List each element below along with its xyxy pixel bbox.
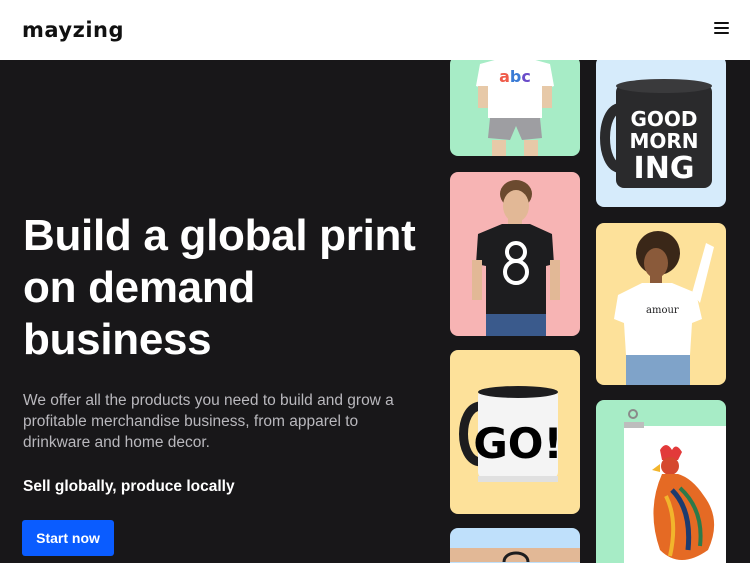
hero-headline: Build a global print on demand business (23, 211, 416, 364)
product-card-kids-tshirt: abc (450, 60, 580, 156)
hamburger-menu-icon[interactable] (711, 18, 733, 40)
product-card-amour-sweater: amour (596, 223, 726, 385)
rooster-poster-image (624, 409, 726, 563)
svg-text:abc: abc (499, 67, 531, 86)
product-card-man-tshirt (450, 172, 580, 336)
svg-text:ING: ING (634, 151, 695, 186)
svg-text:GOOD: GOOD (630, 107, 697, 131)
hero-subtext: We offer all the products you need to bu… (23, 392, 394, 451)
product-card-tote (450, 528, 580, 563)
hero-section: Build a global print on demand business … (0, 60, 750, 563)
kids-tshirt-image: abc (476, 60, 554, 156)
tote-image (450, 548, 580, 563)
go-mug-image: GO! (459, 386, 563, 482)
hero-tagline: Sell globally, produce locally (23, 478, 235, 495)
amour-sweater-image: amour (614, 231, 714, 385)
good-morning-mug-image: GOOD MORN ING (600, 79, 712, 188)
start-now-button[interactable]: Start now (22, 520, 114, 556)
product-card-go-mug: GO! (450, 350, 580, 514)
product-card-rooster-poster (596, 400, 726, 563)
svg-text:MORN: MORN (629, 129, 698, 153)
logo[interactable]: Mayzing (22, 18, 124, 42)
sweater-text: amour (646, 305, 679, 316)
man-tshirt-image (472, 180, 560, 336)
top-header: Mayzing (0, 0, 750, 60)
product-card-good-morning-mug: GOOD MORN ING (596, 60, 726, 207)
mug-text-go: GO! (473, 419, 562, 468)
